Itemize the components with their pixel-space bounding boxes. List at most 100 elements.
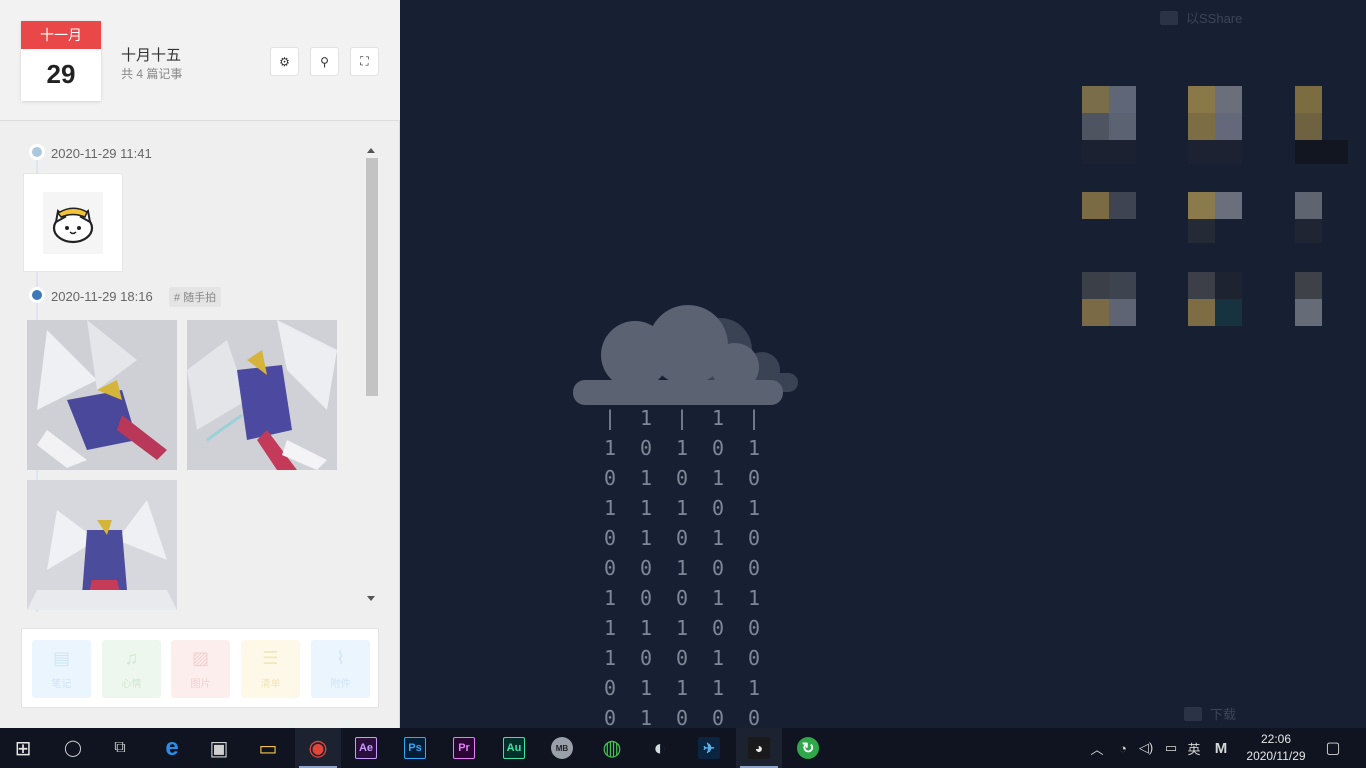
desktop-shortcut[interactable] (1188, 192, 1242, 219)
taskbar-app-mini[interactable]: MB (539, 728, 585, 768)
new-mood-button[interactable]: ♫ 心情 (102, 640, 161, 698)
desktop-shortcut[interactable] (1188, 86, 1242, 140)
mood-icon: ♫ (124, 648, 139, 668)
tool-label: 图片 (190, 679, 211, 690)
store-icon: ▣ (209, 737, 229, 760)
taskbar-app-steam[interactable]: ◐ (637, 728, 683, 768)
wechat-icon: ◍ (602, 735, 622, 760)
new-attachment-button[interactable]: ⌇ 附件 (311, 640, 370, 698)
desktop-shortcut[interactable] (1295, 86, 1322, 140)
taskbar-app-cat[interactable]: ◕ (736, 728, 782, 768)
calendar-widget[interactable]: 十一月 29 (21, 21, 101, 101)
photo-thumbnail[interactable] (27, 480, 177, 610)
desktop-shortcut[interactable] (1082, 192, 1136, 219)
volume-button[interactable]: ◁) (1134, 728, 1158, 768)
ime-language-button[interactable]: 英 (1184, 728, 1204, 768)
ime-mode-button[interactable]: M (1210, 728, 1232, 768)
scroll-down-icon[interactable] (367, 596, 375, 601)
desktop-folder-share[interactable]: 以SShare (1160, 8, 1242, 27)
taskbar-app-explorer[interactable]: ▭ (245, 728, 291, 768)
binary-column: | 1 0 1 0 1 0 1 0 1 0 0 (675, 406, 689, 760)
note-icon: ▤ (52, 648, 70, 668)
new-image-button[interactable]: ▨ 图片 (171, 640, 230, 698)
volume-icon: ◁) (1138, 740, 1154, 755)
clock-button[interactable]: 22:06 2020/11/29 (1238, 731, 1314, 765)
show-hidden-icons-button[interactable]: ︿ (1086, 728, 1108, 768)
audition-icon: Au (503, 737, 525, 759)
taskbar-app-wechat[interactable]: ◍ (589, 728, 635, 768)
taskbar-app-photoshop[interactable]: Ps (392, 728, 438, 768)
clock-time: 22:06 (1260, 732, 1292, 746)
desktop-shortcut[interactable] (1082, 86, 1136, 140)
tool-label: 心情 (121, 679, 142, 690)
taskbar-app-premiere[interactable]: Pr (441, 728, 487, 768)
photo-thumbnail[interactable] (187, 320, 337, 470)
wifi-icon: ◔ (1119, 740, 1127, 756)
desktop-shortcut[interactable] (1082, 272, 1136, 326)
fullscreen-icon: ⛶ (360, 54, 369, 68)
new-note-button[interactable]: ▤ 笔记 (32, 640, 91, 698)
entry-datetime: 2020-11-29 11:41 (51, 146, 152, 161)
folder-icon (1184, 706, 1202, 721)
taskbar-app-audition[interactable]: Au (491, 728, 537, 768)
desktop-shortcut[interactable] (1188, 272, 1242, 326)
scrollbar-thumb[interactable] (366, 158, 378, 396)
pin-icon: ⚲ (320, 54, 329, 69)
compose-toolbar: ▤ 笔记 ♫ 心情 ▨ 图片 ☰ 清单 ⌇ 附件 (21, 628, 379, 708)
binary-column: | 1 0 1 0 0 1 1 1 0 0 1 1 (603, 406, 617, 768)
chrome-icon: ◉ (308, 735, 328, 760)
cortana-icon: ◯ (64, 740, 82, 757)
ime-mode-icon: M (1214, 739, 1228, 757)
ime-language: 英 (1187, 741, 1201, 757)
binary-column: | 1 0 1 0 0 1 0 0 1 0 (747, 406, 761, 730)
calendar-day: 29 (46, 59, 76, 89)
file-explorer-icon: ▭ (258, 737, 278, 760)
sync-app-icon: ↻ (797, 737, 819, 759)
taskbar-app-after-effects[interactable]: Ae (343, 728, 389, 768)
panel-header: 十一月 29 十月十五 共 4 篇记事 ⚙ ⚲ ⛶ (0, 0, 400, 121)
entry-count: 共 4 篇记事 (121, 67, 183, 81)
calendar-month: 十一月 (21, 21, 101, 49)
taskbar-app-sync[interactable]: ↻ (785, 728, 831, 768)
taskbar-app-swirl[interactable]: ✈ (686, 728, 732, 768)
gundam-photo (187, 320, 337, 470)
app-swirl-icon: ✈ (698, 737, 720, 759)
gear-icon: ⚙ (279, 54, 290, 69)
taskbar-app-edge[interactable]: e (149, 728, 195, 768)
tool-label: 附件 (330, 679, 351, 690)
photoshop-icon: Ps (404, 737, 426, 759)
image-icon: ▨ (191, 648, 209, 668)
start-button[interactable]: ⊞ (0, 728, 46, 768)
photo-thumbnail[interactable] (27, 320, 177, 470)
desktop-shortcut[interactable] (1295, 272, 1322, 326)
network-button[interactable]: ◔ (1112, 728, 1134, 768)
cortana-button[interactable]: ◯ (50, 728, 96, 768)
windows-icon: ⊞ (14, 737, 32, 760)
taskbar-app-chrome[interactable]: ◉ (295, 728, 341, 768)
battery-icon: ▭ (1164, 740, 1178, 755)
new-list-button[interactable]: ☰ 清单 (241, 640, 300, 698)
battery-button[interactable]: ▭ (1160, 728, 1182, 768)
list-icon: ☰ (262, 648, 279, 668)
lunar-date: 十月十五 (121, 47, 182, 64)
notification-icon: ▢ (1325, 740, 1341, 757)
fullscreen-button[interactable]: ⛶ (350, 47, 379, 76)
entry-tag[interactable]: # 随手拍 (169, 287, 222, 307)
taskbar: ⊞ ◯ ⧉ e ▣ ▭ ◉ Ae Ps Pr Au MB ◍ ◐ ✈ ◕ ↻ ︿… (0, 728, 1366, 768)
attachment-icon: ⌇ (336, 648, 345, 668)
desktop-shortcut-label (1188, 219, 1215, 243)
desktop-shortcut[interactable] (1295, 192, 1322, 219)
desktop-shortcut-label (1295, 140, 1348, 164)
sticker-card[interactable] (23, 173, 123, 272)
settings-button[interactable]: ⚙ (270, 47, 299, 76)
notification-center-button[interactable]: ▢ (1318, 728, 1348, 768)
scroll-up-icon[interactable] (367, 148, 375, 153)
timeline-scroll-area[interactable]: 2020-11-29 11:41 2020-11-29 18:16 # 随手拍 (0, 122, 400, 612)
desktop-folder-downloads[interactable]: 下载 (1184, 704, 1236, 723)
desktop-shortcut-label (1188, 140, 1242, 164)
task-view-button[interactable]: ⧉ (97, 728, 143, 768)
timeline-scrollbar[interactable] (366, 144, 378, 604)
pin-button[interactable]: ⚲ (310, 47, 339, 76)
taskbar-app-store[interactable]: ▣ (196, 728, 242, 768)
entry-datetime: 2020-11-29 18:16 (51, 289, 153, 304)
